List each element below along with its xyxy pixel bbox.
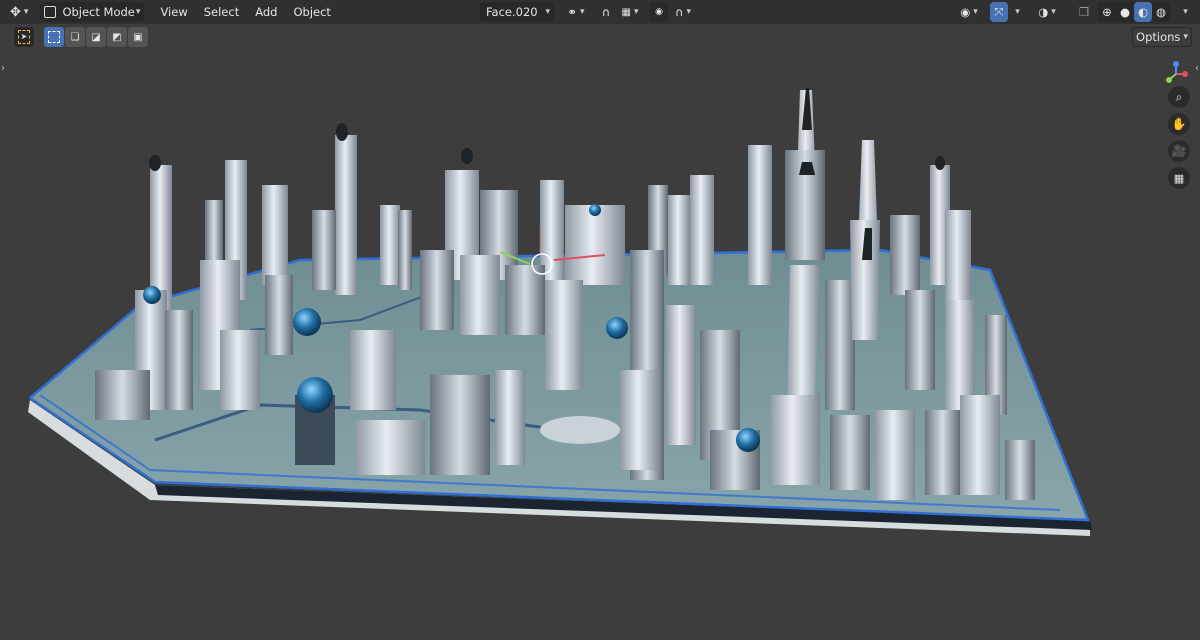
chevron-down-icon: ▾ bbox=[1015, 7, 1020, 17]
zoom-icon: ⌕ bbox=[1175, 89, 1183, 104]
sidebar-expand-arrow-icon[interactable]: ‹ bbox=[1195, 63, 1199, 74]
gizmo-options[interactable]: ▾ bbox=[1008, 2, 1024, 22]
toolbar-expand-arrow-icon[interactable]: › bbox=[1, 63, 5, 74]
selection-mode-group: ❏ ◪ ◩ ▣ bbox=[44, 27, 149, 47]
solid-shading-icon: ● bbox=[1119, 5, 1131, 19]
hand-icon: ✋ bbox=[1171, 117, 1187, 131]
camera-view-button[interactable]: 🎥 bbox=[1168, 140, 1190, 162]
overlays-icon: ◑ bbox=[1038, 5, 1049, 19]
proportional-falloff-button[interactable]: ∩ ▾ bbox=[670, 2, 696, 22]
xray-toggle[interactable]: ❐ bbox=[1075, 2, 1093, 22]
editor-type-selector[interactable]: ✥ ▾ bbox=[6, 2, 32, 22]
menu-add[interactable]: Add bbox=[247, 5, 285, 19]
tool-settings-row: ➤ ❏ ◪ ◩ ▣ Options ▾ bbox=[0, 24, 1200, 50]
mode-selector[interactable]: Object Mode ▾ bbox=[40, 2, 145, 22]
grid-snap-icon: ▦ bbox=[621, 6, 631, 18]
axis-navigation-gizmo[interactable] bbox=[1164, 60, 1192, 84]
select-extend-button[interactable]: ❏ bbox=[65, 27, 85, 47]
select-subtract-button[interactable]: ◪ bbox=[86, 27, 106, 47]
mode-label: Object Mode bbox=[62, 5, 135, 19]
select-extend-icon: ❏ bbox=[70, 31, 80, 43]
ortho-toggle-button[interactable]: ▦ bbox=[1168, 167, 1190, 189]
chevron-down-icon: ▾ bbox=[973, 7, 978, 17]
proportional-editing-toggle[interactable]: ◉ bbox=[650, 2, 668, 22]
transform-gizmo-icon: ✥ bbox=[10, 4, 21, 20]
select-invert-icon: ◩ bbox=[112, 31, 122, 43]
rendered-shading-button[interactable]: ◍ bbox=[1152, 2, 1170, 22]
options-label: Options bbox=[1136, 30, 1181, 44]
snap-toggle[interactable]: ∩ bbox=[596, 2, 616, 22]
select-intersect-button[interactable]: ▣ bbox=[128, 27, 148, 47]
wireframe-shading-button[interactable]: ⊕ bbox=[1098, 2, 1116, 22]
object-mode-icon bbox=[44, 6, 57, 18]
chevron-down-icon: ▾ bbox=[545, 7, 550, 17]
transform-pivot-button[interactable]: ⚭ ▾ bbox=[562, 2, 590, 22]
snap-target-button[interactable]: ▦ ▾ bbox=[616, 2, 644, 22]
falloff-curve-icon: ∩ bbox=[675, 5, 684, 19]
active-object-name: Face.020 bbox=[486, 5, 538, 19]
chevron-down-icon: ▾ bbox=[686, 7, 691, 17]
menu-object[interactable]: Object bbox=[285, 5, 338, 19]
chevron-down-icon: ▾ bbox=[1051, 7, 1056, 17]
xray-icon: ❐ bbox=[1078, 5, 1090, 19]
chevron-down-icon: ▾ bbox=[580, 7, 585, 17]
chevron-down-icon: ▾ bbox=[1183, 7, 1188, 17]
camera-icon: 🎥 bbox=[1171, 144, 1187, 158]
select-cursor-icon: ➤ bbox=[18, 30, 30, 44]
select-new-icon bbox=[48, 31, 60, 43]
chevron-down-icon: ▾ bbox=[135, 7, 141, 17]
magnet-icon: ∩ bbox=[601, 5, 611, 19]
active-object-selector[interactable]: Face.020 ▾ bbox=[480, 2, 554, 22]
select-invert-button[interactable]: ◩ bbox=[107, 27, 127, 47]
overlays-button[interactable]: ◑ ▾ bbox=[1032, 2, 1062, 22]
select-intersect-icon: ▣ bbox=[133, 31, 143, 43]
select-tool-button[interactable]: ➤ bbox=[14, 27, 34, 47]
viewport-header: ✥ ▾ Object Mode ▾ View Select Add Object … bbox=[0, 0, 1200, 24]
rendered-shading-icon: ◍ bbox=[1155, 5, 1167, 19]
material-shading-icon: ◐ bbox=[1137, 5, 1149, 19]
solid-shading-button[interactable]: ● bbox=[1116, 2, 1134, 22]
pan-view-button[interactable]: ✋ bbox=[1168, 113, 1190, 135]
zoom-view-button[interactable]: ⌕ bbox=[1168, 86, 1190, 108]
blender-3d-viewport-window: ✥ ▾ Object Mode ▾ View Select Add Object … bbox=[0, 0, 1200, 640]
gizmo-icon: ⤧ bbox=[994, 4, 1004, 19]
menu-select[interactable]: Select bbox=[196, 5, 247, 19]
material-shading-button[interactable]: ◐ bbox=[1134, 2, 1152, 22]
chevron-down-icon: ▾ bbox=[23, 7, 29, 17]
proportional-edit-icon: ◉ bbox=[655, 7, 663, 17]
select-new-button[interactable] bbox=[44, 27, 64, 47]
wireframe-shading-icon: ⊕ bbox=[1102, 5, 1112, 19]
viewport-scene[interactable] bbox=[0, 0, 1200, 640]
menu-view[interactable]: View bbox=[152, 5, 195, 19]
select-subtract-icon: ◪ bbox=[91, 31, 101, 43]
shading-options[interactable]: ▾ bbox=[1176, 2, 1192, 22]
header-menus: View Select Add Object bbox=[152, 5, 339, 19]
link-icon: ⚭ bbox=[567, 5, 578, 19]
options-dropdown[interactable]: Options ▾ bbox=[1132, 27, 1192, 47]
chevron-down-icon: ▾ bbox=[1183, 32, 1188, 42]
gizmo-toggle[interactable]: ⤧ bbox=[990, 2, 1008, 22]
eye-icon: ◉ bbox=[960, 5, 971, 19]
grid-icon: ▦ bbox=[1173, 171, 1185, 185]
chevron-down-icon: ▾ bbox=[633, 7, 639, 17]
visibility-button[interactable]: ◉ ▾ bbox=[954, 2, 984, 22]
shading-modes: ⊕ ● ◐ ◍ bbox=[1098, 2, 1170, 22]
